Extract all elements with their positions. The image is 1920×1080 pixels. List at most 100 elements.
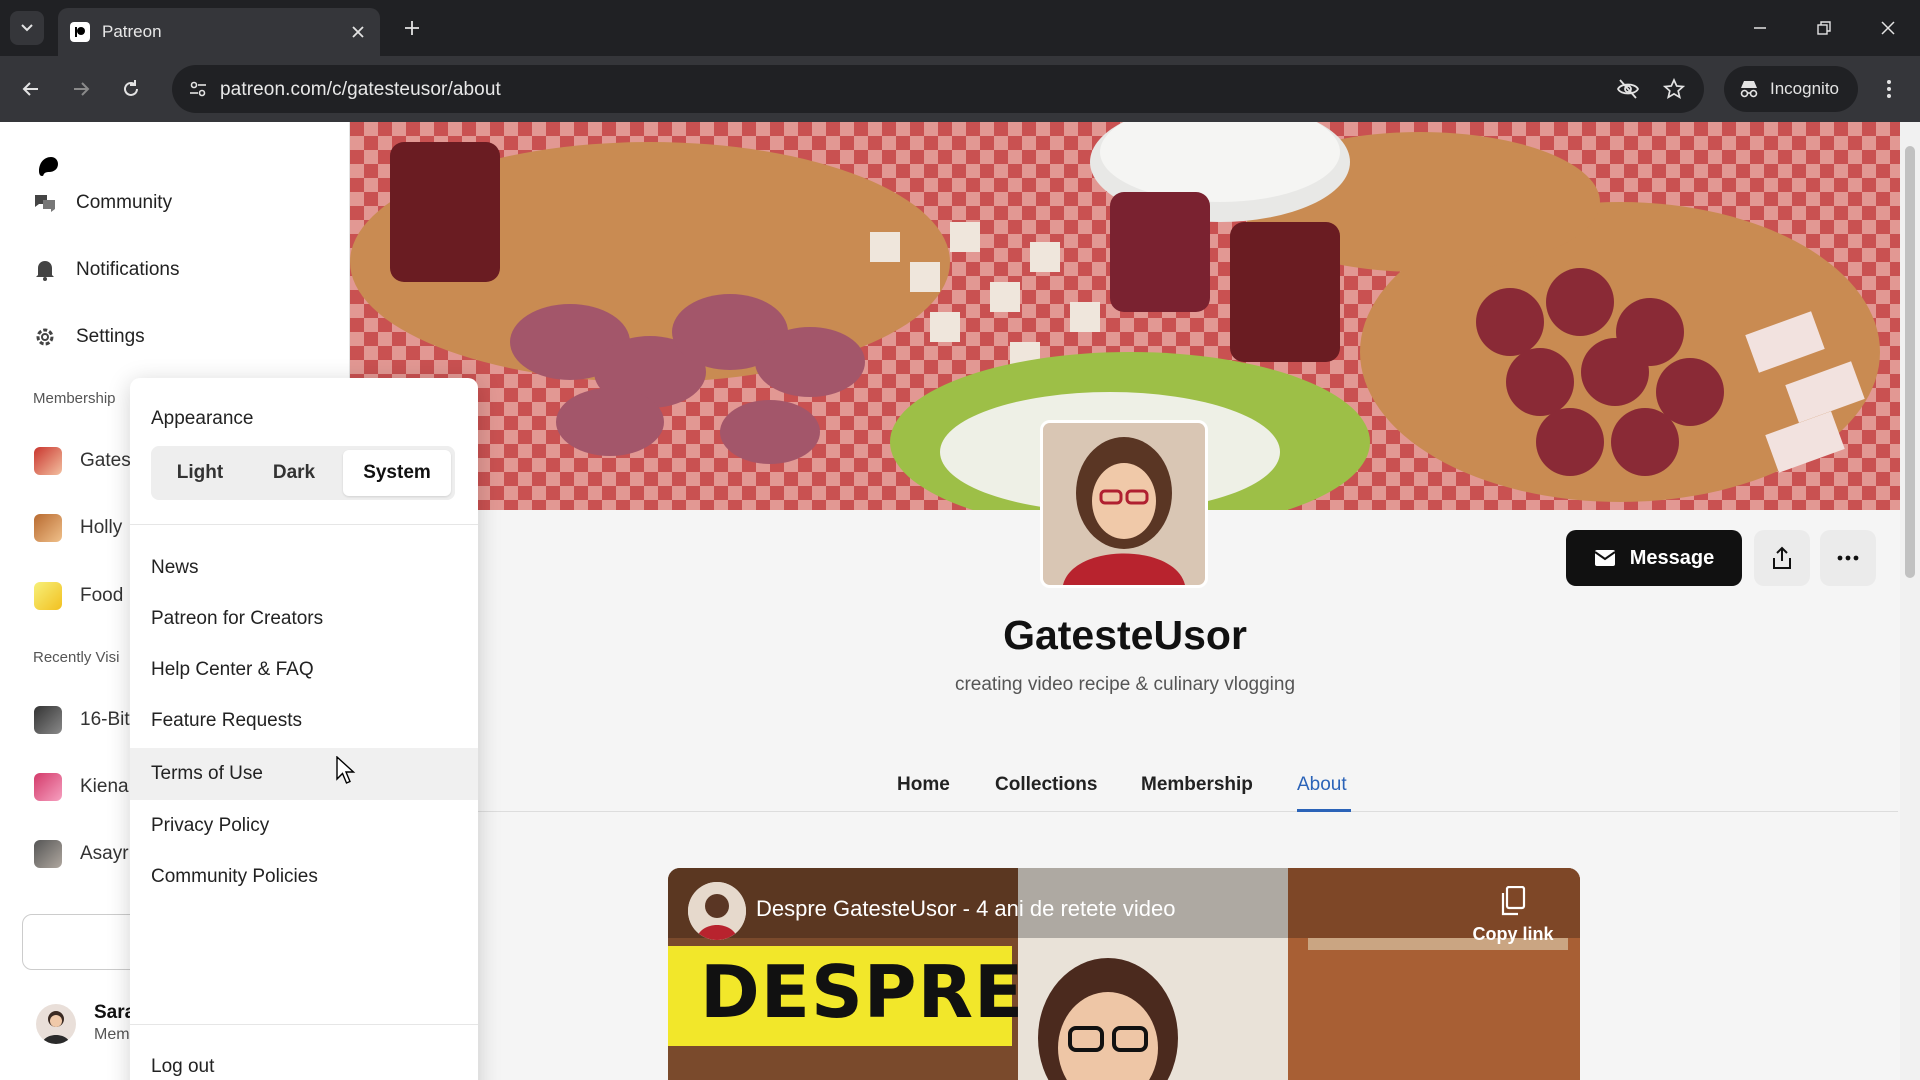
mouse-cursor-icon [336, 756, 356, 786]
sidebar-membership-item[interactable]: Food [34, 579, 123, 613]
menu-divider [130, 524, 478, 525]
sidebar-membership-item[interactable]: Gates [34, 444, 131, 478]
appearance-system-option[interactable]: System [343, 450, 451, 496]
sidebar-item-settings[interactable]: Settings [32, 317, 145, 357]
sidebar-item-community[interactable]: Community [32, 183, 172, 223]
gear-icon [32, 324, 58, 350]
video-thumbnail-caption: DESPRE [668, 946, 1023, 1046]
scrollbar-thumb[interactable] [1905, 146, 1915, 578]
menu-item-patreon-for-creators[interactable]: Patreon for Creators [130, 593, 478, 645]
creator-tagline: creating video recipe & culinary vloggin… [954, 674, 1296, 695]
minimize-icon [1754, 27, 1766, 29]
sidebar-recent-item[interactable]: Kiena [34, 770, 129, 804]
menu-item-community-policies[interactable]: Community Policies [130, 851, 478, 903]
close-icon [1881, 21, 1895, 35]
window-minimize-button[interactable] [1740, 12, 1780, 44]
address-bar[interactable]: patreon.com/c/gatesteusor/about [172, 65, 1704, 113]
membership-thumbnail [34, 447, 62, 475]
back-button[interactable] [14, 72, 48, 106]
incognito-icon [1738, 79, 1760, 99]
membership-label: Gates [80, 450, 131, 471]
community-icon [32, 190, 58, 216]
close-icon [352, 26, 364, 38]
tab-collections[interactable]: Collections [995, 774, 1097, 796]
reload-button[interactable] [114, 72, 148, 106]
more-options-button[interactable] [1820, 530, 1876, 586]
page-scrollbar[interactable] [1900, 122, 1920, 1080]
sidebar-item-notifications[interactable]: Notifications [32, 250, 180, 290]
creator-tabs: Home Collections Membership About [478, 762, 1898, 812]
appearance-label: Appearance [151, 408, 254, 429]
sidebar-item-label: Notifications [76, 259, 180, 280]
account-dropdown-menu: Appearance Light Dark System News Patreo… [130, 378, 478, 1080]
patreon-favicon-icon [70, 22, 90, 42]
appearance-light-option[interactable]: Light [155, 450, 245, 496]
video-title[interactable]: Despre GatesteUsor - 4 ani de retete vid… [756, 896, 1175, 922]
bookmark-button[interactable] [1658, 73, 1690, 105]
star-icon [1663, 78, 1685, 100]
browser-tab-patreon[interactable]: Patreon [58, 8, 380, 56]
recent-label: Kiena [80, 776, 129, 797]
tab-title: Patreon [102, 22, 162, 41]
thumbnail-caption-text: DESPRE [700, 950, 1025, 1034]
patreon-logo-icon[interactable] [36, 154, 60, 178]
forward-button[interactable] [64, 72, 98, 106]
browser-toolbar: patreon.com/c/gatesteusor/about Incognit… [0, 56, 1920, 122]
membership-thumbnail [34, 582, 62, 610]
membership-thumbnail [34, 514, 62, 542]
site-info-button[interactable] [182, 73, 214, 105]
sidebar-membership-item[interactable]: Holly [34, 511, 122, 545]
bell-icon [32, 257, 58, 283]
recent-thumbnail [34, 773, 62, 801]
recent-label: Asayr [80, 843, 129, 864]
message-button[interactable]: Message [1566, 530, 1742, 586]
sidebar-recent-item[interactable]: 16-Bit [34, 703, 130, 737]
incognito-indicator[interactable]: Incognito [1724, 66, 1858, 112]
chevron-down-icon [21, 24, 33, 32]
arrow-left-icon [22, 82, 38, 96]
tab-membership[interactable]: Membership [1141, 774, 1253, 796]
sidebar-item-label: Community [76, 192, 173, 213]
window-restore-button[interactable] [1804, 12, 1844, 44]
recent-thumbnail [34, 840, 62, 868]
page-viewport: Message GatesteUsor creating video recip… [0, 122, 1920, 1080]
browser-menu-button[interactable] [1872, 72, 1906, 106]
share-icon [1773, 546, 1791, 569]
mail-icon [1594, 549, 1616, 567]
menu-item-privacy-policy[interactable]: Privacy Policy [130, 800, 478, 852]
copy-link-label: Copy link [1472, 924, 1554, 944]
share-button[interactable] [1754, 530, 1810, 586]
more-vertical-icon [1887, 80, 1891, 98]
tracking-protection-button[interactable] [1612, 73, 1644, 105]
copy-icon [1501, 886, 1526, 916]
new-tab-button[interactable] [396, 12, 428, 44]
active-tab-indicator [1297, 809, 1351, 812]
memberships-section-label: Membership [33, 390, 116, 407]
recent-thumbnail [34, 706, 62, 734]
menu-item-terms-of-use[interactable]: Terms of Use [130, 748, 478, 800]
menu-divider [130, 1024, 478, 1025]
eye-off-icon [1616, 79, 1640, 99]
copy-link-button[interactable]: Copy link [1458, 886, 1568, 956]
tab-about[interactable]: About [1297, 774, 1347, 796]
membership-label: Food [80, 585, 124, 606]
restore-icon [1817, 21, 1831, 35]
menu-item-feature-requests[interactable]: Feature Requests [130, 695, 478, 747]
menu-item-help-center[interactable]: Help Center & FAQ [130, 644, 478, 696]
video-player[interactable]: Despre GatesteUsor - 4 ani de retete vid… [668, 868, 1580, 1080]
window-close-button[interactable] [1868, 12, 1908, 44]
appearance-dark-option[interactable]: Dark [249, 450, 339, 496]
tune-icon [190, 81, 206, 97]
channel-avatar[interactable] [688, 882, 746, 940]
url-text[interactable]: patreon.com/c/gatesteusor/about [220, 79, 501, 101]
tab-close-button[interactable] [344, 18, 372, 46]
recent-label: 16-Bit [80, 709, 130, 730]
menu-item-log-out[interactable]: Log out [130, 1041, 478, 1080]
tab-home[interactable]: Home [897, 774, 950, 796]
arrow-right-icon [74, 82, 90, 96]
reload-icon [124, 80, 138, 96]
message-label: Message [1629, 546, 1715, 569]
sidebar-recent-item[interactable]: Asayr [34, 837, 129, 871]
menu-item-news[interactable]: News [130, 542, 478, 594]
tab-search-button[interactable] [10, 11, 44, 45]
